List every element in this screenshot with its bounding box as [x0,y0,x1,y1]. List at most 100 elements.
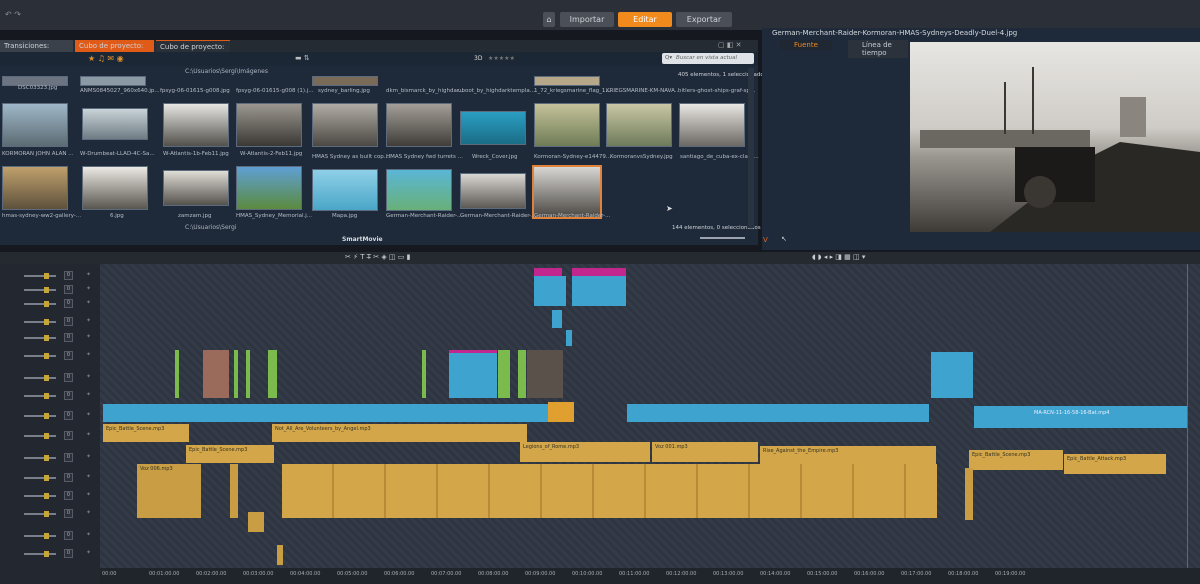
track-menu-icon[interactable]: ✦ [86,473,91,480]
volume-knob[interactable] [44,433,49,439]
volume-slider[interactable] [24,303,56,305]
volume-knob[interactable] [44,511,49,517]
thumbnail[interactable] [460,111,526,145]
track-menu-icon[interactable]: ✦ [86,531,91,538]
tab-project-bin-2[interactable]: Cubo de proyecto: 20... [156,40,230,63]
volume-slider[interactable] [24,321,56,323]
volume-knob[interactable] [44,455,49,461]
overlay-clip[interactable] [246,350,250,398]
volume-knob[interactable] [44,393,49,399]
video-clip[interactable] [566,330,572,346]
video-clip[interactable] [572,276,626,306]
audio-clip[interactable]: Epic_Battle_Scene.mp3 [186,445,274,463]
thumbnail-selected[interactable] [532,165,602,219]
overlay-clip[interactable] [175,350,179,398]
thumbnail[interactable] [2,103,68,147]
image-clip[interactable] [203,350,229,398]
video-clip[interactable] [534,276,566,306]
folder-icon[interactable]: ▬ ⇅ [295,54,310,62]
track-value[interactable]: 0 [64,391,73,400]
volume-slider[interactable] [24,275,56,277]
video-clip[interactable] [449,350,497,398]
track-menu-icon[interactable]: ✦ [86,271,91,278]
track-value[interactable]: 0 [64,285,73,294]
pointer-icon[interactable]: ↖ [781,235,787,243]
v-marker-icon[interactable]: V [763,236,768,244]
thumbnail[interactable] [534,76,600,86]
track-menu-icon[interactable]: ✦ [86,373,91,380]
volume-slider[interactable] [24,415,56,417]
volume-slider[interactable] [24,377,56,379]
overlay-clip[interactable] [422,350,426,398]
volume-slider[interactable] [24,457,56,459]
volume-slider[interactable] [24,495,56,497]
import-tab[interactable]: Importar [560,12,614,27]
thumbnail[interactable] [312,169,378,211]
thumbnail[interactable] [386,103,452,147]
audio-clip[interactable]: Rise_Against_the_Empire.mp3 [760,446,936,464]
overlay-clip[interactable] [498,350,510,398]
volume-slider[interactable] [24,513,56,515]
thumbnail[interactable] [312,76,378,86]
track-menu-icon[interactable]: ✦ [86,285,91,292]
thumbnail[interactable] [386,169,452,211]
volume-slider[interactable] [24,553,56,555]
tab-source[interactable]: Fuente [780,40,832,50]
library-view-icons[interactable]: ▢ ◧ ✕ [718,41,742,49]
volume-knob[interactable] [44,301,49,307]
volume-knob[interactable] [44,287,49,293]
track-value[interactable]: 0 [64,299,73,308]
audio-clip[interactable] [248,512,264,532]
voice-clip[interactable] [965,468,973,520]
thumbnail-size-slider[interactable] [700,237,745,239]
timeline-right-icons[interactable]: ◖ ◗ ◂ ▸ ◨ ▦ ◫ ▾ [812,253,865,261]
audio-clip[interactable]: Legions_of_Rome.mp3 [520,442,650,462]
volume-slider[interactable] [24,435,56,437]
volume-slider[interactable] [24,477,56,479]
media-filter-icons[interactable]: ★ ♫ ✉ ◉ [88,54,124,63]
track-value[interactable]: 0 [64,333,73,342]
volume-knob[interactable] [44,493,49,499]
tab-project-bin-1[interactable]: Cubo de proyecto: 20... [75,40,154,62]
voice-clip[interactable] [282,464,937,518]
track-menu-icon[interactable]: ✦ [86,351,91,358]
track-menu-icon[interactable]: ✦ [86,391,91,398]
tab-timeline[interactable]: Línea de tiempo [848,40,908,58]
audio-clip[interactable]: Not_All_Are_Volunteers_by_Angel.mp3 [272,424,527,442]
track-menu-icon[interactable]: ✦ [86,431,91,438]
track-menu-icon[interactable]: ✦ [86,317,91,324]
volume-slider[interactable] [24,337,56,339]
video-clip[interactable] [552,310,562,328]
library-scrollbar[interactable] [748,68,754,228]
audio-clip[interactable]: Epic_Battle_Scene.mp3 [969,450,1063,470]
main-video-clip[interactable] [627,404,929,422]
edit-tab[interactable]: Editar [618,12,672,27]
image-clip[interactable] [527,350,563,398]
thumbnail[interactable] [460,173,526,209]
volume-knob[interactable] [44,375,49,381]
track-menu-icon[interactable]: ✦ [86,549,91,556]
playhead[interactable] [1187,264,1188,584]
track-menu-icon[interactable]: ✦ [86,453,91,460]
track-menu-icon[interactable]: ✦ [86,411,91,418]
audio-clip[interactable] [277,545,283,565]
track-value[interactable]: 0 [64,473,73,482]
audio-clip[interactable]: Voz 001.mp3 [652,442,758,462]
volume-knob[interactable] [44,353,49,359]
track-menu-icon[interactable]: ✦ [86,509,91,516]
timeline-tools-icons[interactable]: ✂ ⚡ T T̶ ✂ ◈ ◫ ▭ ▮ [345,253,410,261]
rating-filter[interactable]: ★★★★★ [488,55,515,62]
main-video-clip[interactable] [103,404,573,422]
audio-clip[interactable]: Epic_Battle_Scene.mp3 [103,424,189,442]
track-value[interactable]: 0 [64,491,73,500]
volume-knob[interactable] [44,413,49,419]
search-input[interactable]: Q▾ Buscar en vista actual [662,53,754,64]
audio-clip[interactable]: Epic_Battle_Attack.mp3 [1064,454,1166,474]
undo-icon[interactable]: ↶ ↷ [5,10,21,19]
track-value[interactable]: 0 [64,351,73,360]
video-clip[interactable] [931,352,973,398]
volume-knob[interactable] [44,551,49,557]
voice-clip[interactable] [230,464,238,518]
thumbnail[interactable] [163,170,229,206]
thumbnail[interactable] [82,166,148,210]
